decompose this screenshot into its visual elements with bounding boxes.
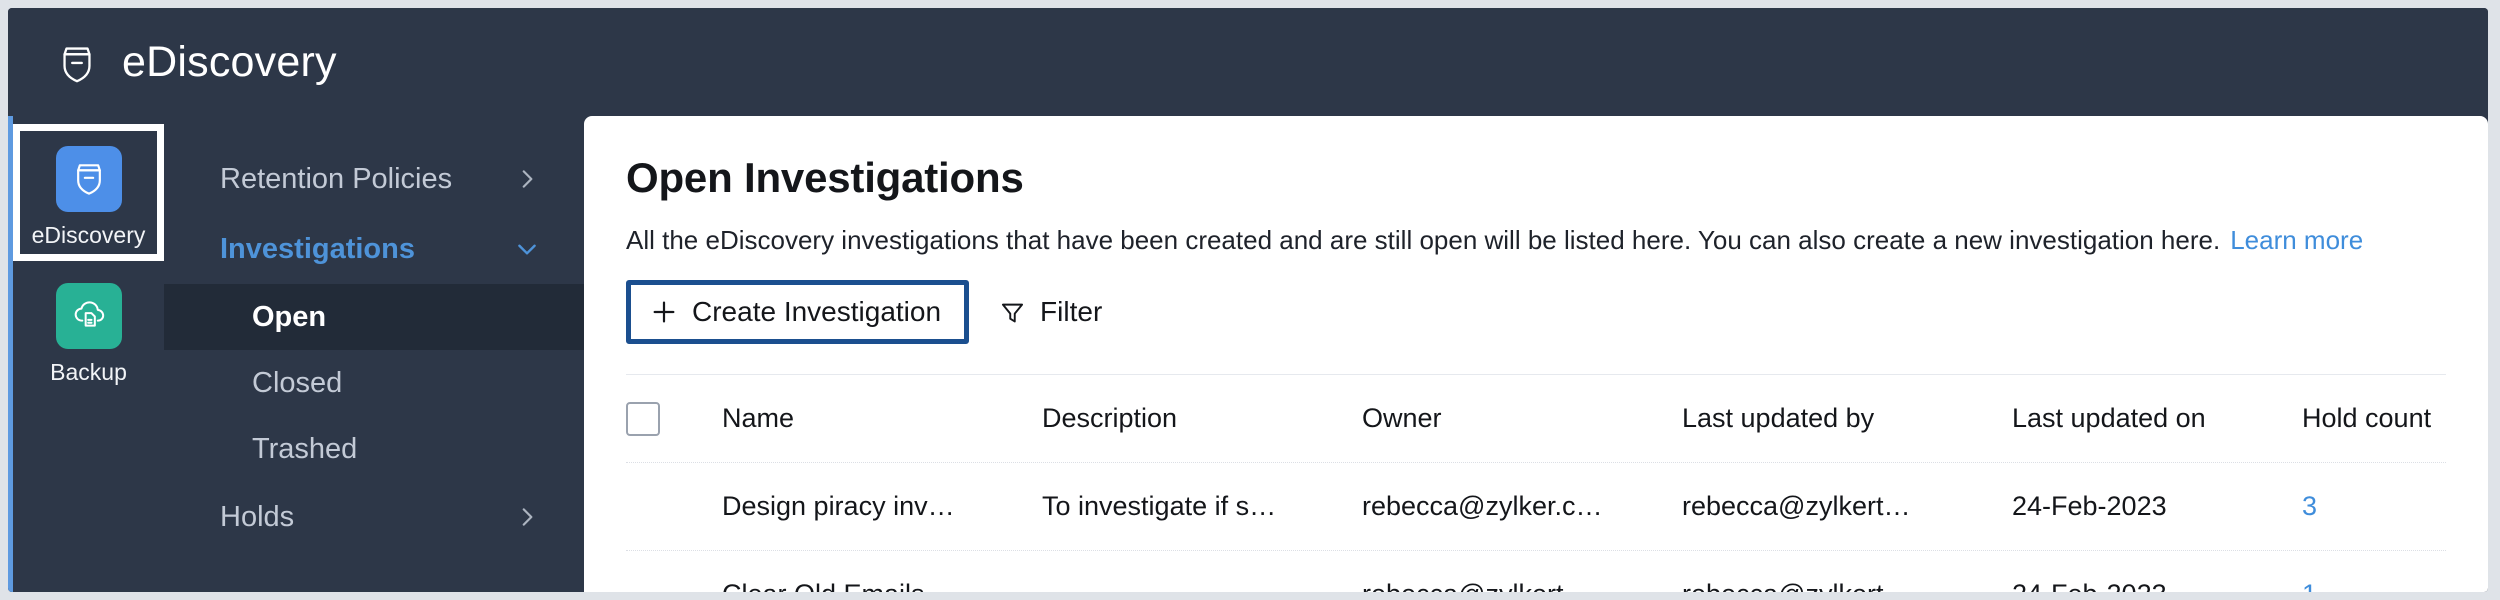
create-investigation-focus-ring: Create Investigation: [626, 280, 970, 345]
top-header-bar: eDiscovery: [8, 8, 2488, 116]
cell-description: To investigate if s…: [1042, 491, 1277, 522]
shield-bag-icon: [69, 157, 109, 202]
table-header-row: Name Description Owner Last updated by L…: [626, 374, 2446, 462]
cell-last-updated-by: rebecca@zylkert…: [1682, 579, 2012, 592]
learn-more-link[interactable]: Learn more: [2230, 225, 2363, 255]
funnel-icon: [999, 299, 1026, 326]
sidebar-item-retention-policies[interactable]: Retention Policies: [164, 144, 584, 214]
sidebar-item-label: Holds: [220, 500, 295, 533]
table-row[interactable]: Clear Old Emails rebecca@zylkert… rebecc…: [626, 550, 2446, 592]
cell-last-updated-on: 24-Feb-2023: [2012, 491, 2167, 522]
sidebar-subitem-label: Trashed: [252, 432, 358, 465]
cell-last-updated-on: 24-Feb-2023: [2012, 579, 2302, 592]
ediscovery-tile: [55, 146, 122, 212]
cell-hold-count: 1: [2302, 579, 2488, 592]
sidebar-item-investigations[interactable]: Investigations: [164, 214, 584, 284]
cell-name: Clear Old Emails: [722, 579, 1042, 592]
shield-bag-icon: [54, 39, 100, 85]
rail-item-ediscovery[interactable]: eDiscovery: [13, 124, 164, 261]
cell-owner: rebecca@zylkert…: [1362, 579, 1682, 592]
sidebar-item-open[interactable]: Open: [164, 284, 584, 350]
sidebar-item-closed[interactable]: Closed: [164, 350, 584, 416]
chevron-right-icon: [514, 504, 540, 530]
rail-item-backup[interactable]: Backup: [13, 261, 164, 398]
table-row[interactable]: Design piracy inv… To investigate if s… …: [626, 462, 2446, 550]
content-card: Open Investigations All the eDiscovery i…: [584, 116, 2488, 592]
app-shell: eDiscovery eDiscovery Backup Retention P…: [8, 8, 2488, 592]
sidebar-item-trashed[interactable]: Trashed: [164, 416, 584, 482]
filter-label: Filter: [1040, 296, 1103, 328]
chevron-right-icon: [514, 166, 540, 192]
app-switcher-rail: eDiscovery Backup: [8, 116, 164, 592]
filter-button[interactable]: Filter: [993, 286, 1108, 338]
app-title: eDiscovery: [122, 37, 337, 86]
body-row: eDiscovery Backup Retention Policies Inv…: [8, 116, 2488, 592]
create-investigation-label: Create Investigation: [692, 296, 942, 328]
column-header-name[interactable]: Name: [722, 403, 1042, 434]
cloud-backup-icon: [69, 294, 109, 339]
cell-name: Design piracy inv…: [722, 491, 955, 522]
column-header-last-updated-on[interactable]: Last updated on: [2012, 403, 2302, 434]
rail-item-label: eDiscovery: [31, 222, 146, 248]
cell-hold-count: 3: [2302, 491, 2488, 522]
investigations-table: Name Description Owner Last updated by L…: [626, 374, 2446, 592]
page-description: All the eDiscovery investigations that h…: [626, 224, 2446, 258]
sidebar-item-label: Investigations: [220, 232, 415, 265]
column-header-description[interactable]: Description: [1042, 403, 1362, 434]
page-description-text: All the eDiscovery investigations that h…: [626, 225, 2221, 256]
create-investigation-button[interactable]: Create Investigation: [631, 285, 965, 340]
rail-item-label: Backup: [50, 359, 127, 385]
column-header-owner[interactable]: Owner: [1362, 403, 1682, 434]
column-header-hold-count[interactable]: Hold count: [2302, 403, 2488, 434]
select-all-cell: [626, 401, 722, 436]
action-bar: Create Investigation Filter: [626, 280, 2446, 345]
app-root: eDiscovery eDiscovery Backup Retention P…: [0, 0, 2500, 600]
cell-owner: rebecca@zylker.c…: [1362, 491, 1603, 522]
sidebar-item-label: Retention Policies: [220, 162, 453, 195]
sidebar-subitem-label: Open: [252, 300, 327, 333]
hold-count-link[interactable]: 3: [2302, 491, 2317, 521]
sidebar-nav: Retention Policies Investigations Open C…: [164, 116, 584, 592]
main-content: Open Investigations All the eDiscovery i…: [584, 116, 2488, 592]
column-header-last-updated-by[interactable]: Last updated by: [1682, 403, 2012, 434]
backup-tile: [55, 283, 122, 349]
sidebar-item-holds[interactable]: Holds: [164, 482, 584, 552]
plus-icon: [650, 298, 678, 326]
cell-last-updated-by: rebecca@zylkert…: [1682, 491, 1911, 522]
select-all-checkbox[interactable]: [626, 401, 660, 436]
sidebar-subitem-label: Closed: [252, 366, 343, 399]
hold-count-link[interactable]: 1: [2302, 579, 2317, 592]
chevron-down-icon: [514, 236, 540, 262]
page-title: Open Investigations: [626, 154, 1024, 201]
